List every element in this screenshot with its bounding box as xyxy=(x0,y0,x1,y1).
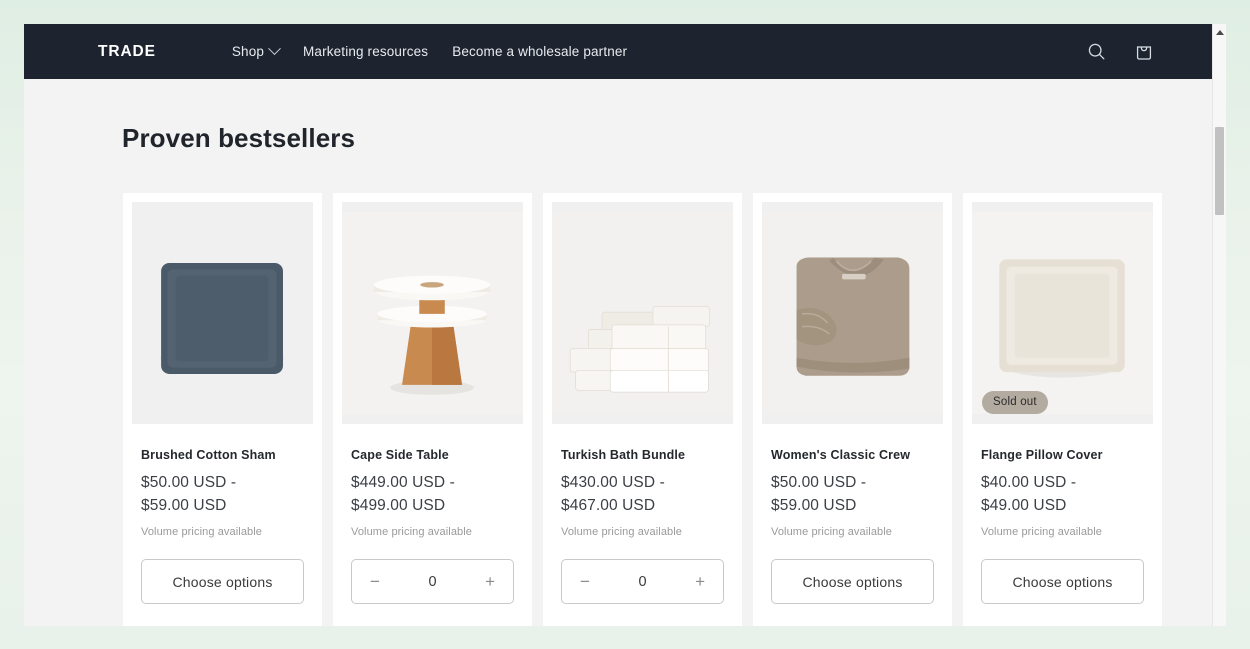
product-title: Turkish Bath Bundle xyxy=(561,448,686,462)
product-card-action: Choose options xyxy=(963,538,1162,626)
nav-item-shop[interactable]: Shop xyxy=(231,42,281,59)
product-card-body: Turkish Bath Bundle $430.00 USD - $467.0… xyxy=(543,424,742,538)
product-price-line-1: $449.00 USD - xyxy=(351,474,455,491)
product-card[interactable]: Women's Classic Crew $50.00 USD - $59.00… xyxy=(753,193,952,626)
product-card[interactable]: Sold out Flange Pillow Cover $40.00 USD … xyxy=(963,193,1162,626)
choose-options-button[interactable]: Choose options xyxy=(141,559,304,604)
scroll-up-arrow-icon[interactable] xyxy=(1213,26,1226,39)
product-price-line-1: $50.00 USD - xyxy=(141,474,237,491)
product-price-line-2: $59.00 USD xyxy=(771,497,857,514)
product-price-line-2: $49.00 USD xyxy=(981,497,1067,514)
product-image-womens-classic-crew[interactable] xyxy=(762,202,943,424)
product-price-line-1: $40.00 USD - xyxy=(981,474,1077,491)
volume-pricing-note: Volume pricing available xyxy=(141,526,263,538)
product-card-body: Flange Pillow Cover $40.00 USD - $49.00 … xyxy=(963,424,1162,538)
product-price-line-1: $50.00 USD - xyxy=(771,474,867,491)
quantity-increment-button[interactable]: + xyxy=(693,573,707,590)
screen: TRADE Shop Marketing resources Become a … xyxy=(0,0,1250,649)
header-actions xyxy=(1084,40,1212,64)
volume-pricing-note: Volume pricing available xyxy=(561,526,683,538)
product-image-turkish-bath-bundle[interactable] xyxy=(552,202,733,424)
quantity-decrement-button[interactable]: − xyxy=(368,573,382,590)
product-card-action: Choose options xyxy=(123,538,322,626)
volume-pricing-note: Volume pricing available xyxy=(771,526,893,538)
product-price-line-2: $59.00 USD xyxy=(141,497,227,514)
volume-pricing-note: Volume pricing available xyxy=(351,526,473,538)
product-card[interactable]: Cape Side Table $449.00 USD - $499.00 US… xyxy=(333,193,532,626)
product-image-brushed-cotton-sham[interactable] xyxy=(132,202,313,424)
vertical-scrollbar[interactable] xyxy=(1212,24,1226,626)
main-navigation: Shop Marketing resources Become a wholes… xyxy=(231,42,627,59)
product-card-body: Cape Side Table $449.00 USD - $499.00 US… xyxy=(333,424,532,538)
product-card[interactable]: Turkish Bath Bundle $430.00 USD - $467.0… xyxy=(543,193,742,626)
chevron-down-icon xyxy=(268,42,281,56)
page-title: Proven bestsellers xyxy=(122,123,356,153)
product-price-line-2: $499.00 USD xyxy=(351,497,446,514)
product-price: $449.00 USD - $499.00 USD xyxy=(351,471,514,517)
product-price: $50.00 USD - $59.00 USD xyxy=(141,471,304,517)
product-price: $40.00 USD - $49.00 USD xyxy=(981,471,1144,517)
choose-options-button[interactable]: Choose options xyxy=(771,559,934,604)
product-price: $50.00 USD - $59.00 USD xyxy=(771,471,934,517)
nav-item-shop-label: Shop xyxy=(231,44,265,59)
product-card-body: Brushed Cotton Sham $50.00 USD - $59.00 … xyxy=(123,424,322,538)
product-card[interactable]: Brushed Cotton Sham $50.00 USD - $59.00 … xyxy=(123,193,322,626)
site-header: TRADE Shop Marketing resources Become a … xyxy=(24,24,1212,79)
search-icon[interactable] xyxy=(1084,40,1108,64)
nav-item-marketing-resources-label: Marketing resources xyxy=(303,44,429,59)
product-title: Women's Classic Crew xyxy=(771,448,911,462)
quantity-decrement-button[interactable]: − xyxy=(578,573,592,590)
quantity-stepper[interactable]: − 0 + xyxy=(351,559,514,604)
choose-options-button[interactable]: Choose options xyxy=(981,559,1144,604)
product-price-line-2: $467.00 USD xyxy=(561,497,656,514)
status-badge-sold-out: Sold out xyxy=(982,391,1048,414)
quantity-increment-button[interactable]: + xyxy=(483,573,497,590)
product-card-action: − 0 + xyxy=(543,538,742,626)
main-content: Proven bestsellers Brushed Cotton Sham $… xyxy=(24,79,1212,626)
product-card-body: Women's Classic Crew $50.00 USD - $59.00… xyxy=(753,424,952,538)
quantity-value[interactable]: 0 xyxy=(382,574,483,590)
browser-viewport: TRADE Shop Marketing resources Become a … xyxy=(24,24,1226,626)
scrollbar-thumb[interactable] xyxy=(1215,127,1224,215)
page-scroll-area: TRADE Shop Marketing resources Become a … xyxy=(24,24,1212,626)
nav-item-become-a-wholesale-partner-label: Become a wholesale partner xyxy=(452,44,628,59)
nav-item-become-a-wholesale-partner[interactable]: Become a wholesale partner xyxy=(452,44,627,59)
product-image-cape-side-table[interactable] xyxy=(342,202,523,424)
quantity-value[interactable]: 0 xyxy=(592,574,693,590)
shopping-bag-icon[interactable] xyxy=(1132,40,1156,64)
brand-logo[interactable]: TRADE xyxy=(98,43,156,61)
product-title: Brushed Cotton Sham xyxy=(141,448,276,462)
product-grid: Brushed Cotton Sham $50.00 USD - $59.00 … xyxy=(24,154,1212,626)
product-image-flange-pillow-cover[interactable]: Sold out xyxy=(972,202,1153,424)
product-card-action: − 0 + xyxy=(333,538,532,626)
product-price-line-1: $430.00 USD - xyxy=(561,474,665,491)
product-card-action: Choose options xyxy=(753,538,952,626)
product-price: $430.00 USD - $467.00 USD xyxy=(561,471,724,517)
product-title: Flange Pillow Cover xyxy=(981,448,1103,462)
quantity-stepper[interactable]: − 0 + xyxy=(561,559,724,604)
volume-pricing-note: Volume pricing available xyxy=(981,526,1103,538)
product-title: Cape Side Table xyxy=(351,448,449,462)
nav-item-marketing-resources[interactable]: Marketing resources xyxy=(303,44,428,59)
